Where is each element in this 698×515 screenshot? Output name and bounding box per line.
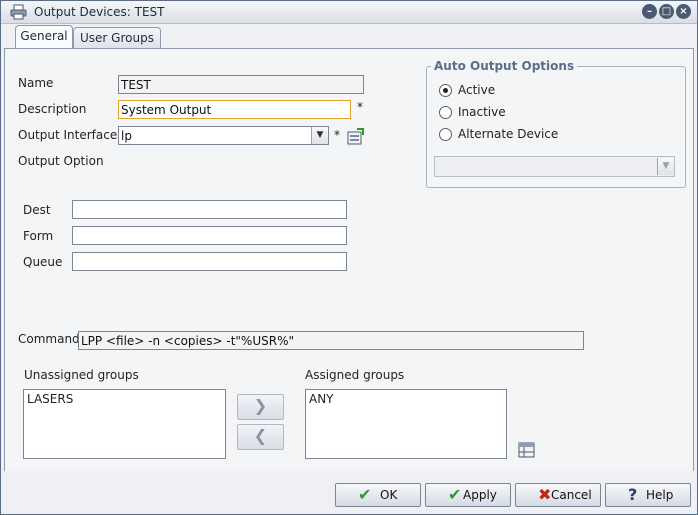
- unassigned-groups-list[interactable]: LASERS: [23, 389, 226, 459]
- check-icon: ✔: [448, 485, 462, 504]
- queue-field[interactable]: [72, 252, 347, 271]
- description-required-mark: *: [357, 100, 363, 114]
- close-icon: ✖: [538, 485, 552, 504]
- description-field[interactable]: System Output: [118, 100, 351, 119]
- auto-output-options-title: Auto Output Options: [431, 59, 578, 73]
- assign-group-button[interactable]: ❯: [237, 394, 284, 420]
- assigned-groups-list[interactable]: ANY: [305, 389, 507, 459]
- radio-alternate-device-label[interactable]: Alternate Device: [458, 127, 558, 141]
- list-item[interactable]: LASERS: [27, 392, 222, 406]
- cancel-button[interactable]: ✖ Cancel: [515, 483, 601, 507]
- name-label: Name: [18, 76, 54, 90]
- close-icon[interactable]: ×: [676, 4, 691, 19]
- apply-button[interactable]: ✔ Apply: [425, 483, 511, 507]
- apply-button-label: Apply: [463, 488, 497, 502]
- dest-label: Dest: [23, 203, 51, 217]
- radio-alternate-device[interactable]: [439, 128, 452, 141]
- help-button-label: Help: [646, 488, 674, 502]
- chevron-down-icon[interactable]: ▼: [311, 127, 328, 144]
- radio-active[interactable]: [439, 84, 452, 97]
- form-label: Form: [23, 229, 54, 243]
- command-label: Command: [18, 332, 80, 346]
- assigned-groups-label: Assigned groups: [305, 368, 405, 382]
- printer-icon: [10, 4, 27, 20]
- radio-inactive[interactable]: [439, 106, 452, 119]
- check-icon: ✔: [358, 485, 372, 504]
- lookup-device-icon[interactable]: [347, 128, 365, 146]
- window-title: Output Devices: TEST: [34, 5, 165, 19]
- unassign-group-button[interactable]: ❮: [237, 424, 284, 450]
- form-field[interactable]: [72, 226, 347, 245]
- radio-inactive-label[interactable]: Inactive: [458, 105, 506, 119]
- chevron-left-icon: ❮: [253, 426, 268, 445]
- chevron-right-icon: ❯: [253, 396, 268, 415]
- minimize-icon[interactable]: –: [642, 4, 657, 19]
- help-icon: ?: [628, 485, 638, 504]
- tab-user-groups[interactable]: User Groups: [73, 27, 161, 48]
- ok-button-label: OK: [380, 488, 398, 502]
- output-interface-value: lp: [121, 129, 132, 143]
- maximize-icon[interactable]: □: [659, 4, 674, 19]
- name-field[interactable]: TEST: [118, 75, 364, 94]
- list-item[interactable]: ANY: [309, 392, 503, 406]
- command-field[interactable]: LPP <file> -n <copies> -t"%USR%": [78, 331, 584, 350]
- output-interface-label: Output Interface: [18, 128, 118, 142]
- output-devices-dialog: Output Devices: TEST – □ × General User …: [0, 0, 698, 515]
- help-button[interactable]: ? Help: [605, 483, 691, 507]
- tab-general[interactable]: General: [15, 25, 73, 48]
- output-interface-select[interactable]: lp ▼: [118, 126, 329, 145]
- title-bar[interactable]: Output Devices: TEST – □ ×: [1, 1, 697, 24]
- description-label: Description: [18, 102, 87, 116]
- radio-active-label[interactable]: Active: [458, 83, 495, 97]
- chevron-down-icon: ▼: [657, 158, 674, 175]
- output-interface-required-mark: *: [334, 128, 340, 142]
- ok-button[interactable]: ✔ OK: [335, 483, 421, 507]
- group-table-icon[interactable]: [518, 441, 536, 459]
- output-option-label: Output Option: [18, 154, 104, 168]
- cancel-button-label: Cancel: [551, 488, 592, 502]
- dest-field[interactable]: [72, 200, 347, 219]
- unassigned-groups-label: Unassigned groups: [24, 368, 139, 382]
- queue-label: Queue: [23, 255, 63, 269]
- tab-strip: General User Groups: [1, 23, 697, 49]
- alternate-device-select: ▼: [434, 156, 675, 177]
